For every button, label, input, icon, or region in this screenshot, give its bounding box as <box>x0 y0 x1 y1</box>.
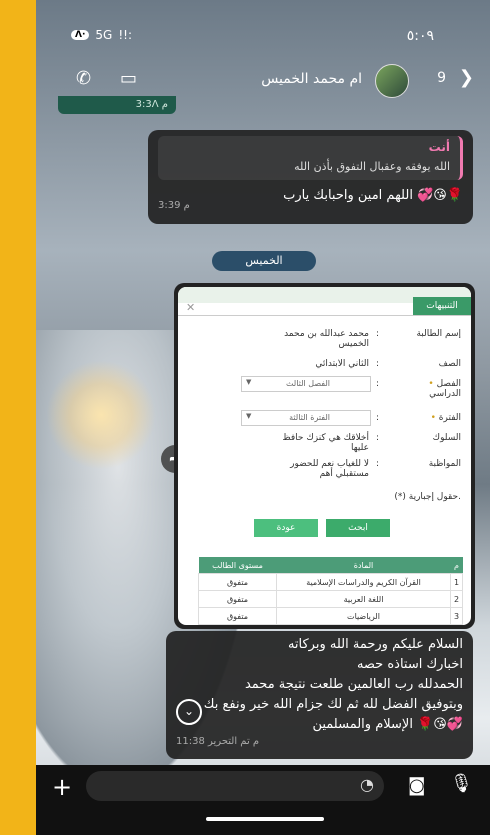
field-row: السلوك : أخلاقك هي كنزك حافظ عليها <box>191 433 461 457</box>
table-row: متفوق الرياضيات 3 <box>198 607 463 625</box>
message-time: 3:39 م <box>158 200 190 211</box>
message-input[interactable]: ◔ <box>86 771 384 801</box>
quote-sender: أنت <box>428 140 450 154</box>
contact-name[interactable]: ام محمد الخميس <box>261 71 362 87</box>
scroll-down-icon[interactable]: ⌄ <box>176 699 202 725</box>
edited-label: تم التحرير <box>208 736 250 747</box>
plus-icon[interactable]: + <box>52 773 72 801</box>
image-time: 11:38 م <box>186 608 225 619</box>
select-value: الفصل الثالث <box>285 379 330 388</box>
message-line: الحمدلله رب العالمين طلعت نتيجة محمد <box>244 677 463 692</box>
message-footer: 11:38 م تم التحرير <box>176 736 259 747</box>
sticker-icon[interactable]: ◔ <box>360 775 374 794</box>
field-label: • الفصل الدراسي <box>399 379 461 399</box>
field-colon: : <box>375 359 379 369</box>
col-subject: المادة <box>276 557 451 574</box>
signal-icon: !!: <box>118 28 132 42</box>
date-separator: الخميس <box>212 251 316 271</box>
cell-level: متفوق <box>198 573 277 591</box>
cell-num: 1 <box>450 573 463 591</box>
status-bar: Λ· 5G !!: ٥:٠٩ <box>36 0 490 70</box>
field-colon: : <box>375 433 379 443</box>
message-line: وبتوفيق الفضل لله ثم لك جزام الله خير ون… <box>203 697 463 712</box>
message-line: الإسلام والمسلمين 🌹😘💞 <box>312 717 463 732</box>
cell-num: 2 <box>450 590 463 608</box>
field-colon: : <box>375 413 379 423</box>
field-colon: : <box>375 379 379 389</box>
close-icon: ✕ <box>186 301 196 314</box>
reply-text: اللهم امين واحبابك يارب 💞😘🌹 <box>283 188 463 203</box>
chevron-down-icon: ▼ <box>246 412 252 420</box>
phone-icon[interactable]: ✆ <box>76 68 91 89</box>
field-label-text: الفترة <box>438 413 461 423</box>
cell-num: 3 <box>450 607 463 625</box>
chevron-right-icon[interactable]: ❯ <box>459 67 474 88</box>
video-icon[interactable]: ▭ <box>120 68 137 89</box>
previous-message-edge: 3:3Λ م <box>58 96 176 114</box>
field-row: المواظبة : لا للغياب نعم للحضور مستقبلي … <box>191 459 461 483</box>
period-select: الفترة الثالثة ▼ <box>241 410 371 426</box>
image-message[interactable]: التنبيهات ✕ إسم الطالبة : محمد عبدالله ب… <box>174 283 475 629</box>
status-left: Λ· 5G !!: <box>71 28 132 42</box>
field-value: لا للغياب نعم للحضور مستقبلي أهم <box>290 459 369 479</box>
field-value: الثاني الابتدائي <box>315 359 369 369</box>
field-value: أخلاقك هي كنزك حافظ عليها <box>282 433 369 453</box>
quote-text: الله يوفقه وعقبال التفوق بأذن الله <box>294 160 450 173</box>
camera-icon[interactable]: ◙ <box>408 775 425 796</box>
required-note: (*) حقول إجبارية. <box>394 492 461 502</box>
field-label: إسم الطالبة <box>416 329 461 339</box>
required-marker: • <box>428 379 437 389</box>
field-colon: : <box>375 329 379 339</box>
grades-table: مستوى الطالب المادة م متفوق القرآن الكري… <box>198 557 463 625</box>
report-screenshot[interactable]: التنبيهات ✕ إسم الطالبة : محمد عبدالله ب… <box>178 287 471 625</box>
field-label: • الفترة <box>399 413 461 423</box>
table-row: متفوق اللغة العربية 2 <box>198 590 463 608</box>
chat-screen: Λ· 5G !!: ٥:٠٩ ✆ ▭ ام محمد الخميس 9 ❯ 3:… <box>36 0 490 835</box>
home-indicator[interactable] <box>206 817 324 821</box>
col-num: م <box>450 557 463 574</box>
unread-count: 9 <box>437 70 446 86</box>
table-row: متفوق القرآن الكريم والدراسات الإسلامية … <box>198 573 463 591</box>
col-level: مستوى الطالب <box>198 557 277 574</box>
previous-message-time: 3:3Λ م <box>135 99 168 110</box>
cell-level: متفوق <box>198 590 277 608</box>
quoted-message[interactable]: أنت الله يوفقه وعقبال التفوق بأذن الله <box>158 136 463 180</box>
chevron-down-icon: ▼ <box>246 378 252 386</box>
select-value: الفترة الثالثة <box>289 413 330 422</box>
cell-subject: اللغة العربية <box>276 590 451 608</box>
message-line: اخبارك استاذه حصه <box>356 657 463 672</box>
chat-header: ✆ ▭ ام محمد الخميس 9 ❯ <box>36 62 490 98</box>
microphone-icon[interactable]: 🎙 <box>450 773 473 794</box>
divider <box>178 315 471 316</box>
field-label: المواظبة <box>428 459 461 469</box>
status-time: ٥:٠٩ <box>406 28 434 44</box>
reply-message[interactable]: أنت الله يوفقه وعقبال التفوق بأذن الله ا… <box>148 130 473 224</box>
alerts-tab: التنبيهات <box>413 297 471 315</box>
message-line: السلام عليكم ورحمة الله وبركاته <box>287 637 463 652</box>
field-label: الصف <box>438 359 461 369</box>
field-value: محمد عبدالله بن محمد الخميس <box>284 329 369 349</box>
back-button: عودة <box>254 519 318 537</box>
input-bar: + ◔ ◙ 🎙 <box>36 765 490 835</box>
table-header-row: مستوى الطالب المادة م <box>198 557 463 574</box>
search-button: ابحث <box>326 519 390 537</box>
required-marker: • <box>430 413 439 423</box>
carrier-badge: Λ· <box>71 30 90 40</box>
network-label: 5G <box>95 28 113 42</box>
field-colon: : <box>375 459 379 469</box>
wallpaper-sun <box>46 360 156 470</box>
cell-subject: القرآن الكريم والدراسات الإسلامية <box>276 573 451 591</box>
cell-subject: الرياضيات <box>276 607 451 625</box>
semester-select: الفصل الثالث ▼ <box>241 376 371 392</box>
avatar[interactable] <box>375 64 409 98</box>
field-row: إسم الطالبة : محمد عبدالله بن محمد الخمي… <box>191 329 461 353</box>
text-message[interactable]: السلام عليكم ورحمة الله وبركاته اخبارك ا… <box>166 631 473 759</box>
field-label: السلوك <box>432 433 461 443</box>
